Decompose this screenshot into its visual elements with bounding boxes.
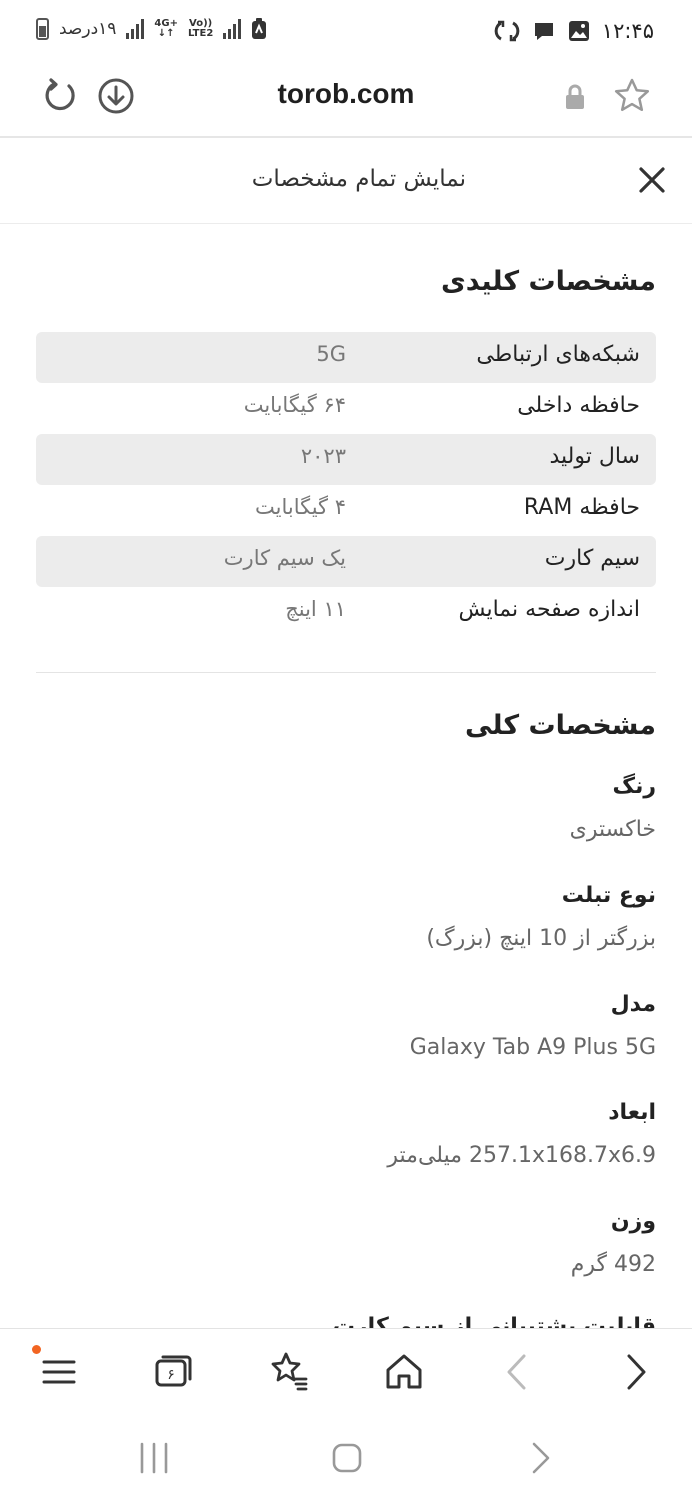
- lock-icon[interactable]: [560, 82, 590, 112]
- system-nav-bar: [0, 1414, 692, 1500]
- general-spec-item: قابلیت پشتیبانی از سیم کارت: [36, 1314, 656, 1328]
- notification-app-icon: [252, 18, 267, 39]
- spec-label: سال تولید: [549, 444, 641, 469]
- spec-row: اندازه صفحه نمایش ۱۱ اینچ: [36, 587, 656, 638]
- signal-icon-2: [223, 19, 242, 39]
- general-spec-label: قابلیت پشتیبانی از سیم کارت: [332, 1314, 656, 1328]
- gallery-icon: [568, 21, 589, 41]
- specs-content[interactable]: مشخصات کلیدی شبکه‌های ارتباطی 5G حافظه د…: [0, 224, 692, 1328]
- panel-title: نمایش تمام مشخصات: [251, 166, 466, 192]
- spec-row: شبکه‌های ارتباطی 5G: [36, 332, 656, 383]
- general-spec-label: مدل: [610, 992, 656, 1017]
- close-icon[interactable]: [636, 164, 668, 196]
- spec-value: 5G: [316, 342, 346, 366]
- spec-value: ۱۱ اینچ: [285, 597, 346, 621]
- spec-row: سیم کارت یک سیم کارت: [36, 536, 656, 587]
- tabs-icon[interactable]: ۶: [150, 1349, 196, 1395]
- spec-value: ۲۰۲۳: [300, 444, 346, 468]
- general-spec-label: وزن: [610, 1209, 656, 1234]
- general-spec-item: نوع تبلت بزرگتر از 10 اینچ (بزرگ): [36, 883, 656, 951]
- general-spec-label: رنگ: [612, 774, 656, 799]
- network-type-label: 4G+ ↓↑: [154, 18, 178, 39]
- tabs-count: ۶: [167, 1367, 175, 1383]
- spec-label: اندازه صفحه نمایش: [458, 597, 640, 622]
- home-nav-icon[interactable]: [327, 1438, 367, 1478]
- menu-icon[interactable]: [36, 1349, 82, 1395]
- spec-row: سال تولید ۲۰۲۳: [36, 434, 656, 485]
- spec-label: شبکه‌های ارتباطی: [476, 342, 640, 367]
- forward-arrow-icon[interactable]: [612, 1349, 658, 1395]
- section-divider: [36, 672, 656, 673]
- browser-bottom-toolbar: ۶: [0, 1328, 692, 1414]
- general-spec-item: ابعاد 257.1x168.7x6.9 میلی‌متر: [36, 1100, 656, 1168]
- general-spec-value: Galaxy Tab A9 Plus 5G: [409, 1035, 656, 1060]
- spec-value: ۶۴ گیگابایت: [243, 393, 346, 417]
- general-specs-title: مشخصات کلی: [465, 710, 656, 741]
- star-icon[interactable]: [612, 76, 652, 116]
- key-specs-table: شبکه‌های ارتباطی 5G حافظه داخلی ۶۴ گیگاب…: [36, 332, 656, 638]
- general-spec-item: رنگ خاکستری: [36, 774, 656, 842]
- spec-label: حافظه RAM: [523, 495, 640, 520]
- status-bar-left: ۱۹درصد 4G+ ↓↑ Vo)) LTE2: [36, 18, 267, 40]
- general-spec-value: خاکستری: [569, 817, 656, 842]
- spec-row: حافظه داخلی ۶۴ گیگابایت: [36, 383, 656, 434]
- general-spec-value: بزرگتر از 10 اینچ (بزرگ): [426, 926, 656, 951]
- clock: ۱۲:۴۵: [601, 19, 654, 43]
- address-bar: torob.com: [0, 64, 692, 138]
- spec-label: حافظه داخلی: [517, 393, 640, 418]
- back-nav-icon[interactable]: [520, 1438, 560, 1478]
- specs-panel-header: نمایش تمام مشخصات: [0, 138, 692, 224]
- spec-row: حافظه RAM ۴ گیگابایت: [36, 485, 656, 536]
- status-bar-right: ۱۲:۴۵: [494, 18, 654, 44]
- spec-value: یک سیم کارت: [223, 546, 346, 570]
- general-spec-label: ابعاد: [608, 1100, 656, 1125]
- general-spec-label: نوع تبلت: [561, 883, 656, 908]
- spec-label: سیم کارت: [544, 546, 640, 571]
- sync-icon: [494, 20, 520, 42]
- bookmarks-icon[interactable]: [266, 1349, 312, 1395]
- status-bar: ۱۲:۴۵ ۱۹درصد 4G+ ↓↑ Vo)) LTE2: [0, 0, 692, 64]
- volte-label: Vo)) LTE2: [187, 18, 214, 39]
- message-icon: [534, 23, 553, 40]
- battery-percent: ۱۹درصد: [59, 19, 117, 39]
- home-icon[interactable]: [381, 1349, 427, 1395]
- general-spec-value: 257.1x168.7x6.9 میلی‌متر: [387, 1143, 656, 1168]
- spec-value: ۴ گیگابایت: [255, 495, 346, 519]
- signal-icon: [126, 19, 145, 39]
- back-arrow-icon[interactable]: [496, 1349, 542, 1395]
- battery-icon: [36, 18, 49, 40]
- key-specs-title: مشخصات کلیدی: [440, 266, 656, 297]
- recent-apps-icon[interactable]: [134, 1438, 174, 1478]
- general-spec-value: 492 گرم: [570, 1252, 656, 1277]
- general-spec-item: مدل Galaxy Tab A9 Plus 5G: [36, 992, 656, 1060]
- general-spec-item: وزن 492 گرم: [36, 1209, 656, 1277]
